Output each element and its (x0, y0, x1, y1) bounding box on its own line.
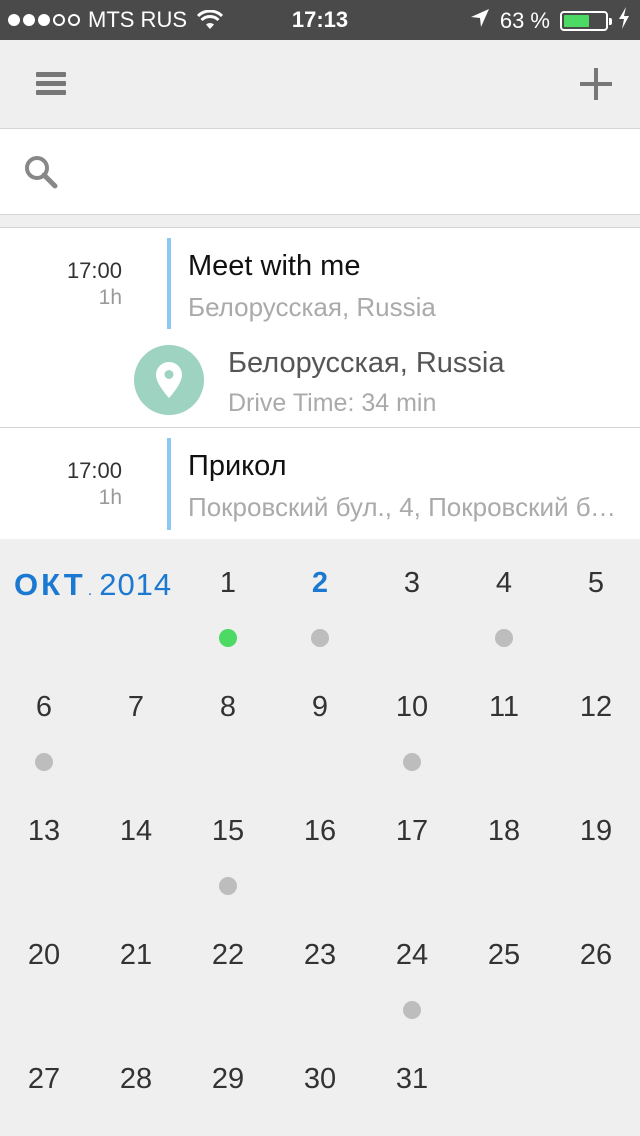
calendar-day[interactable]: 10 (366, 691, 458, 724)
event-indicator-dot (219, 629, 237, 647)
calendar-day[interactable]: 30 (274, 1063, 366, 1096)
search-icon[interactable] (24, 155, 58, 194)
calendar-day[interactable]: 21 (90, 939, 182, 972)
month-calendar: ОКТ. 2014 1 2 3 4 5 6 7 8 9 10 11 12 13 14 15 16 17 18 19 20… (0, 539, 640, 1136)
calendar-day[interactable]: 29 (182, 1063, 274, 1096)
charging-icon (618, 7, 630, 35)
event-location: Белорусская, Russia (188, 292, 436, 322)
month-year-label[interactable]: ОКТ. 2014 (14, 567, 172, 603)
location-arrow-icon (470, 8, 490, 34)
event-color-bar (167, 438, 171, 530)
calendar-day[interactable]: 4 (458, 567, 550, 600)
travel-info[interactable]: Белорусская, Russia Drive Time: 34 min (0, 333, 640, 427)
calendar-day[interactable]: 19 (550, 815, 640, 848)
section-separator (0, 215, 640, 228)
calendar-day[interactable]: 3 (366, 567, 458, 600)
event-indicator-dot (403, 1001, 421, 1019)
event-duration: 1h (98, 486, 122, 509)
calendar-day[interactable]: 8 (182, 691, 274, 724)
location-pin-icon (134, 345, 204, 415)
calendar-day[interactable]: 23 (274, 939, 366, 972)
calendar-day[interactable]: 7 (90, 691, 182, 724)
calendar-day[interactable]: 12 (550, 691, 640, 724)
event-title: Meet with me (188, 250, 361, 282)
event-indicator-dot (495, 629, 513, 647)
calendar-day[interactable]: 27 (0, 1063, 90, 1096)
event-indicator-dot (35, 753, 53, 771)
event-time: 17:00 (66, 258, 122, 283)
events-list: 17:00 1h Meet with me Белорусская, Russi… (0, 228, 640, 539)
calendar-day[interactable]: 26 (550, 939, 640, 972)
calendar-day[interactable]: 15 (182, 815, 274, 848)
month-separator: . (87, 582, 94, 599)
calendar-day[interactable]: 14 (90, 815, 182, 848)
navigation-bar (0, 40, 640, 129)
event-title: Прикол (188, 450, 287, 482)
event-indicator-dot (219, 877, 237, 895)
event-indicator-dot (311, 629, 329, 647)
calendar-day[interactable]: 28 (90, 1063, 182, 1096)
calendar-day[interactable]: 17 (366, 815, 458, 848)
calendar-day[interactable]: 13 (0, 815, 90, 848)
status-bar: MTS RUS 17:13 63 % (0, 0, 640, 40)
battery-icon (560, 11, 612, 31)
search-bar (0, 129, 640, 215)
calendar-day[interactable]: 5 (550, 567, 640, 600)
calendar-day[interactable]: 11 (458, 691, 550, 724)
event-location: Покровский бул., 4, Покровский бульвар, … (188, 492, 618, 522)
search-input[interactable] (76, 149, 616, 195)
calendar-day[interactable]: 20 (0, 939, 90, 972)
menu-icon[interactable] (36, 72, 66, 96)
status-right: 63 % (470, 7, 630, 35)
battery-level (564, 15, 590, 27)
year-label: 2014 (99, 567, 173, 602)
calendar-day[interactable]: 2 (274, 567, 366, 600)
add-event-icon[interactable] (580, 68, 612, 100)
calendar-day[interactable]: 22 (182, 939, 274, 972)
calendar-day[interactable]: 25 (458, 939, 550, 972)
month-label: ОКТ (14, 567, 86, 602)
event-item[interactable]: 17:00 1h Meet with me Белорусская, Russi… (0, 228, 640, 333)
event-duration: 1h (98, 286, 122, 309)
battery-percent: 63 % (499, 8, 550, 33)
calendar-day[interactable]: 16 (274, 815, 366, 848)
event-time: 17:00 (66, 458, 122, 483)
calendar-day[interactable]: 6 (0, 691, 90, 724)
event-color-bar (167, 238, 171, 329)
drive-time: Drive Time: 34 min (228, 389, 437, 417)
calendar-day[interactable]: 9 (274, 691, 366, 724)
event-indicator-dot (403, 753, 421, 771)
calendar-day[interactable]: 31 (366, 1063, 458, 1096)
event-item[interactable]: 17:00 1h Прикол Покровский бул., 4, Покр… (0, 428, 640, 539)
calendar-day[interactable]: 24 (366, 939, 458, 972)
calendar-day[interactable]: 1 (182, 567, 274, 600)
travel-destination: Белорусская, Russia (228, 347, 505, 379)
calendar-day[interactable]: 18 (458, 815, 550, 848)
